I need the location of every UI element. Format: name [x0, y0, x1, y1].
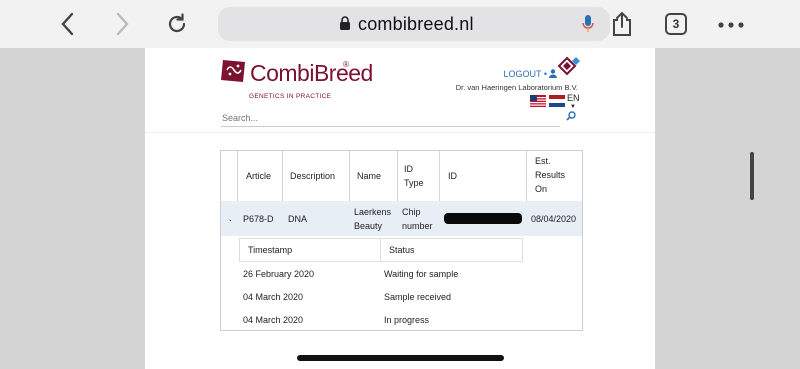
history-timestamp: 26 February 2020 — [243, 269, 315, 279]
share-button[interactable] — [608, 10, 636, 38]
logout-link[interactable]: LOGOUT • — [504, 69, 548, 79]
chevron-right-icon — [116, 12, 129, 36]
tabs-button[interactable]: 3 — [665, 13, 687, 35]
expand-column-header — [221, 151, 238, 201]
microphone-icon[interactable] — [582, 14, 594, 34]
brand-tagline: GENETICS IN PRACTICE — [249, 93, 332, 100]
history-timestamp: 04 March 2020 — [243, 315, 304, 325]
header-divider — [145, 132, 655, 133]
back-button[interactable] — [54, 10, 82, 38]
history-status: Sample received — [384, 292, 452, 302]
home-indicator[interactable] — [297, 355, 504, 361]
brand-name[interactable]: CombiBreed — [250, 60, 373, 87]
history-timestamp: 04 March 2020 — [243, 292, 304, 302]
scrollbar[interactable] — [750, 152, 754, 200]
subheader-timestamp: Timestamp — [239, 238, 381, 262]
cell-name: Laerkens Beauty — [354, 207, 392, 231]
cell-est-results: 08/04/2020 — [531, 214, 577, 224]
reload-icon — [168, 13, 186, 33]
laboratory-name: Dr. van Haeringen Laboratorium B.V. — [455, 83, 578, 92]
orders-table: Article Description Name ID Type ID Est.… — [220, 150, 583, 331]
uk-flag-icon[interactable] — [530, 95, 546, 107]
search-icon[interactable] — [566, 111, 576, 121]
caret-down-icon[interactable]: ▼ — [570, 104, 576, 110]
column-header-id[interactable]: ID — [440, 151, 527, 201]
forward-button[interactable] — [108, 10, 136, 38]
user-icon[interactable] — [549, 69, 557, 78]
url-text: combibreed.nl — [358, 14, 474, 34]
history-status: Waiting for sample — [384, 269, 459, 279]
organization-badge-icon — [557, 56, 580, 76]
web-page: CombiBreed ® GENETICS IN PRACTICE LOGOUT… — [145, 48, 655, 369]
column-header-description[interactable]: Description — [283, 151, 350, 201]
browser-toolbar: combibreed.nl 3 — [0, 0, 800, 48]
column-header-name[interactable]: Name — [350, 151, 398, 201]
subheader-status: Status — [380, 238, 523, 262]
combibreed-logo-icon[interactable] — [219, 56, 249, 86]
more-icon[interactable] — [718, 22, 744, 28]
redacted-id-bar — [444, 213, 522, 224]
history-status: In progress — [384, 315, 430, 325]
chevron-left-icon — [61, 12, 74, 36]
cell-description: DNA — [288, 214, 308, 224]
column-header-id-type[interactable]: ID Type — [398, 151, 440, 201]
search-input[interactable] — [221, 111, 523, 125]
address-bar[interactable]: combibreed.nl — [218, 7, 610, 41]
column-header-est-results[interactable]: Est. Results On — [527, 151, 582, 201]
language-selector[interactable]: EN — [567, 93, 580, 103]
brand-registered-mark: ® — [343, 60, 349, 69]
cell-id-type: Chip number — [402, 207, 433, 231]
search-bar — [221, 108, 560, 127]
column-header-article[interactable]: Article — [238, 151, 283, 201]
share-icon — [613, 11, 631, 36]
table-row[interactable]: ˴ P678-D DNA Laerkens Beauty Chip number… — [221, 201, 582, 236]
reload-button[interactable] — [163, 10, 191, 38]
lock-icon — [340, 16, 350, 30]
row-toggle-icon[interactable]: ˴ — [229, 212, 232, 226]
cell-article: P678-D — [243, 214, 274, 224]
netherlands-flag-icon[interactable] — [549, 95, 565, 107]
